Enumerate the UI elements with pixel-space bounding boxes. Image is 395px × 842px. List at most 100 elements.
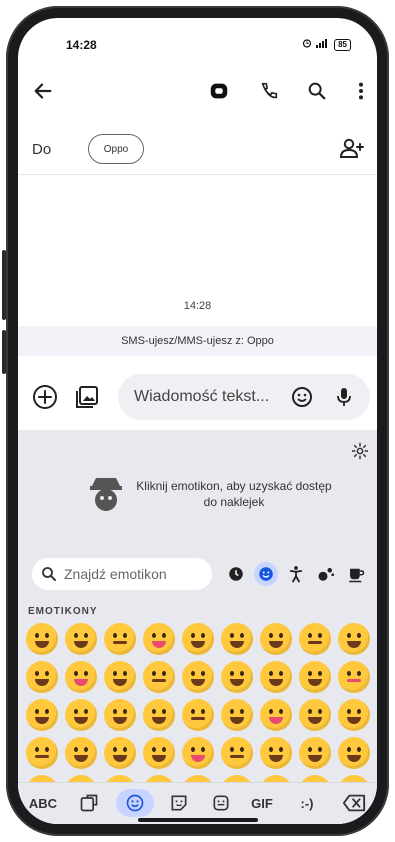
alarm-icon [302,38,312,51]
emoji-key[interactable] [100,620,139,658]
sticker-icon[interactable] [164,789,194,817]
emoji-face-icon [259,661,292,693]
emoji-key[interactable] [256,658,295,696]
emoji-key[interactable] [61,696,100,734]
emoji-key[interactable] [139,696,178,734]
emoji-feature [307,717,322,724]
emoji-feature [34,641,49,648]
emoji-feature [268,671,273,676]
video-message-icon[interactable] [206,78,232,104]
emoji-feature [44,671,49,676]
emoji-feature [190,747,195,752]
emoji-search-input[interactable]: Znajdź emotikon [32,558,212,590]
sticker-gallery-icon[interactable] [74,789,104,817]
emoji-key[interactable] [334,696,373,734]
emoji-key[interactable] [217,696,256,734]
emoji-feature [200,709,205,714]
emoji-face-icon [64,623,97,655]
emoji-feature [112,633,117,638]
emoji-key[interactable] [22,734,61,772]
more-vert-icon[interactable] [348,78,374,104]
emoji-key[interactable] [334,734,373,772]
emoji-key[interactable] [334,658,373,696]
add-circle-icon[interactable] [32,384,58,410]
emoji-icon[interactable] [290,385,314,409]
emoji-key[interactable] [22,620,61,658]
emoji-feature [161,747,166,752]
emoji-key[interactable] [61,620,100,658]
recipient-chip[interactable]: Oppo [88,134,144,164]
emoji-face-icon [142,661,175,693]
emoji-feature [83,747,88,752]
emoji-key[interactable] [139,658,178,696]
backspace-icon[interactable] [338,789,370,817]
emoji-key[interactable] [256,620,295,658]
emoji-key[interactable] [217,734,256,772]
emoji-face-icon [259,699,292,731]
food-icon[interactable] [344,562,368,586]
app-toolbar [18,68,377,114]
emoji-key[interactable] [217,620,256,658]
emoji-feature [73,641,88,648]
emoji-feature [161,633,166,638]
emoji-key[interactable] [61,658,100,696]
emoji-feature [268,641,283,648]
emoji-feature [34,755,49,758]
emoji-face-icon [142,737,175,769]
emoji-key[interactable] [178,620,217,658]
emoji-feature [346,641,361,648]
emoji-face-icon [25,737,58,769]
emoji-key[interactable] [22,696,61,734]
emoji-key[interactable] [100,696,139,734]
emoji-feature [73,679,88,686]
arrow-left-icon[interactable] [30,78,56,104]
emoji-key[interactable] [295,734,334,772]
emoji-key[interactable] [100,658,139,696]
emoji-feature [34,717,49,724]
search-icon[interactable] [304,78,330,104]
emoji-key[interactable] [178,734,217,772]
emoji-key[interactable] [100,734,139,772]
emoji-key[interactable] [256,734,295,772]
emoji-feature [151,747,156,752]
emoji-key[interactable] [178,696,217,734]
emoji-key[interactable] [256,696,295,734]
emoji-key[interactable] [178,658,217,696]
gif-key[interactable]: GIF [244,789,280,817]
sticker-promo[interactable]: Kliknij emotikon, aby uzyskać dostęp do … [18,464,377,524]
emoji-key[interactable] [22,658,61,696]
emoji-key[interactable] [295,696,334,734]
emoji-feature [307,671,312,676]
abc-key[interactable]: ABC [26,789,60,817]
emoji-feature [229,671,234,676]
activity-icon[interactable] [314,562,338,586]
screen: 14:28 85 Do Oppo 14:28 SMS-ujesz/MMS-uje… [18,18,377,824]
emoji-face-icon [103,699,136,731]
emoji-key[interactable] [295,620,334,658]
emoji-key[interactable] [139,734,178,772]
emoji-key[interactable] [217,658,256,696]
emoji-face-icon [298,699,331,731]
emoji-feature [151,755,166,762]
emoji-feature [229,679,244,686]
recent-icon[interactable] [224,562,248,586]
emoji-feature [112,717,127,724]
emoticon-key[interactable]: :-) [290,789,324,817]
emoji-key[interactable] [139,620,178,658]
emoji-key[interactable] [61,734,100,772]
gear-icon[interactable] [351,442,369,460]
emoji-feature [239,633,244,638]
person-icon[interactable] [284,562,308,586]
emoji-key[interactable] [295,658,334,696]
emoji-kitchen-icon[interactable] [206,789,236,817]
gallery-icon[interactable] [74,384,100,410]
message-input[interactable]: Wiadomość tekst... [118,374,370,420]
emoji-face-icon [220,661,253,693]
mic-icon[interactable] [332,385,356,409]
emoji-smile-icon[interactable] [254,562,278,586]
emoji-key[interactable] [334,620,373,658]
emoji-feature [278,671,283,676]
phone-icon[interactable] [256,78,282,104]
emoji-tab-icon[interactable] [116,789,154,817]
add-person-icon[interactable] [339,136,365,162]
